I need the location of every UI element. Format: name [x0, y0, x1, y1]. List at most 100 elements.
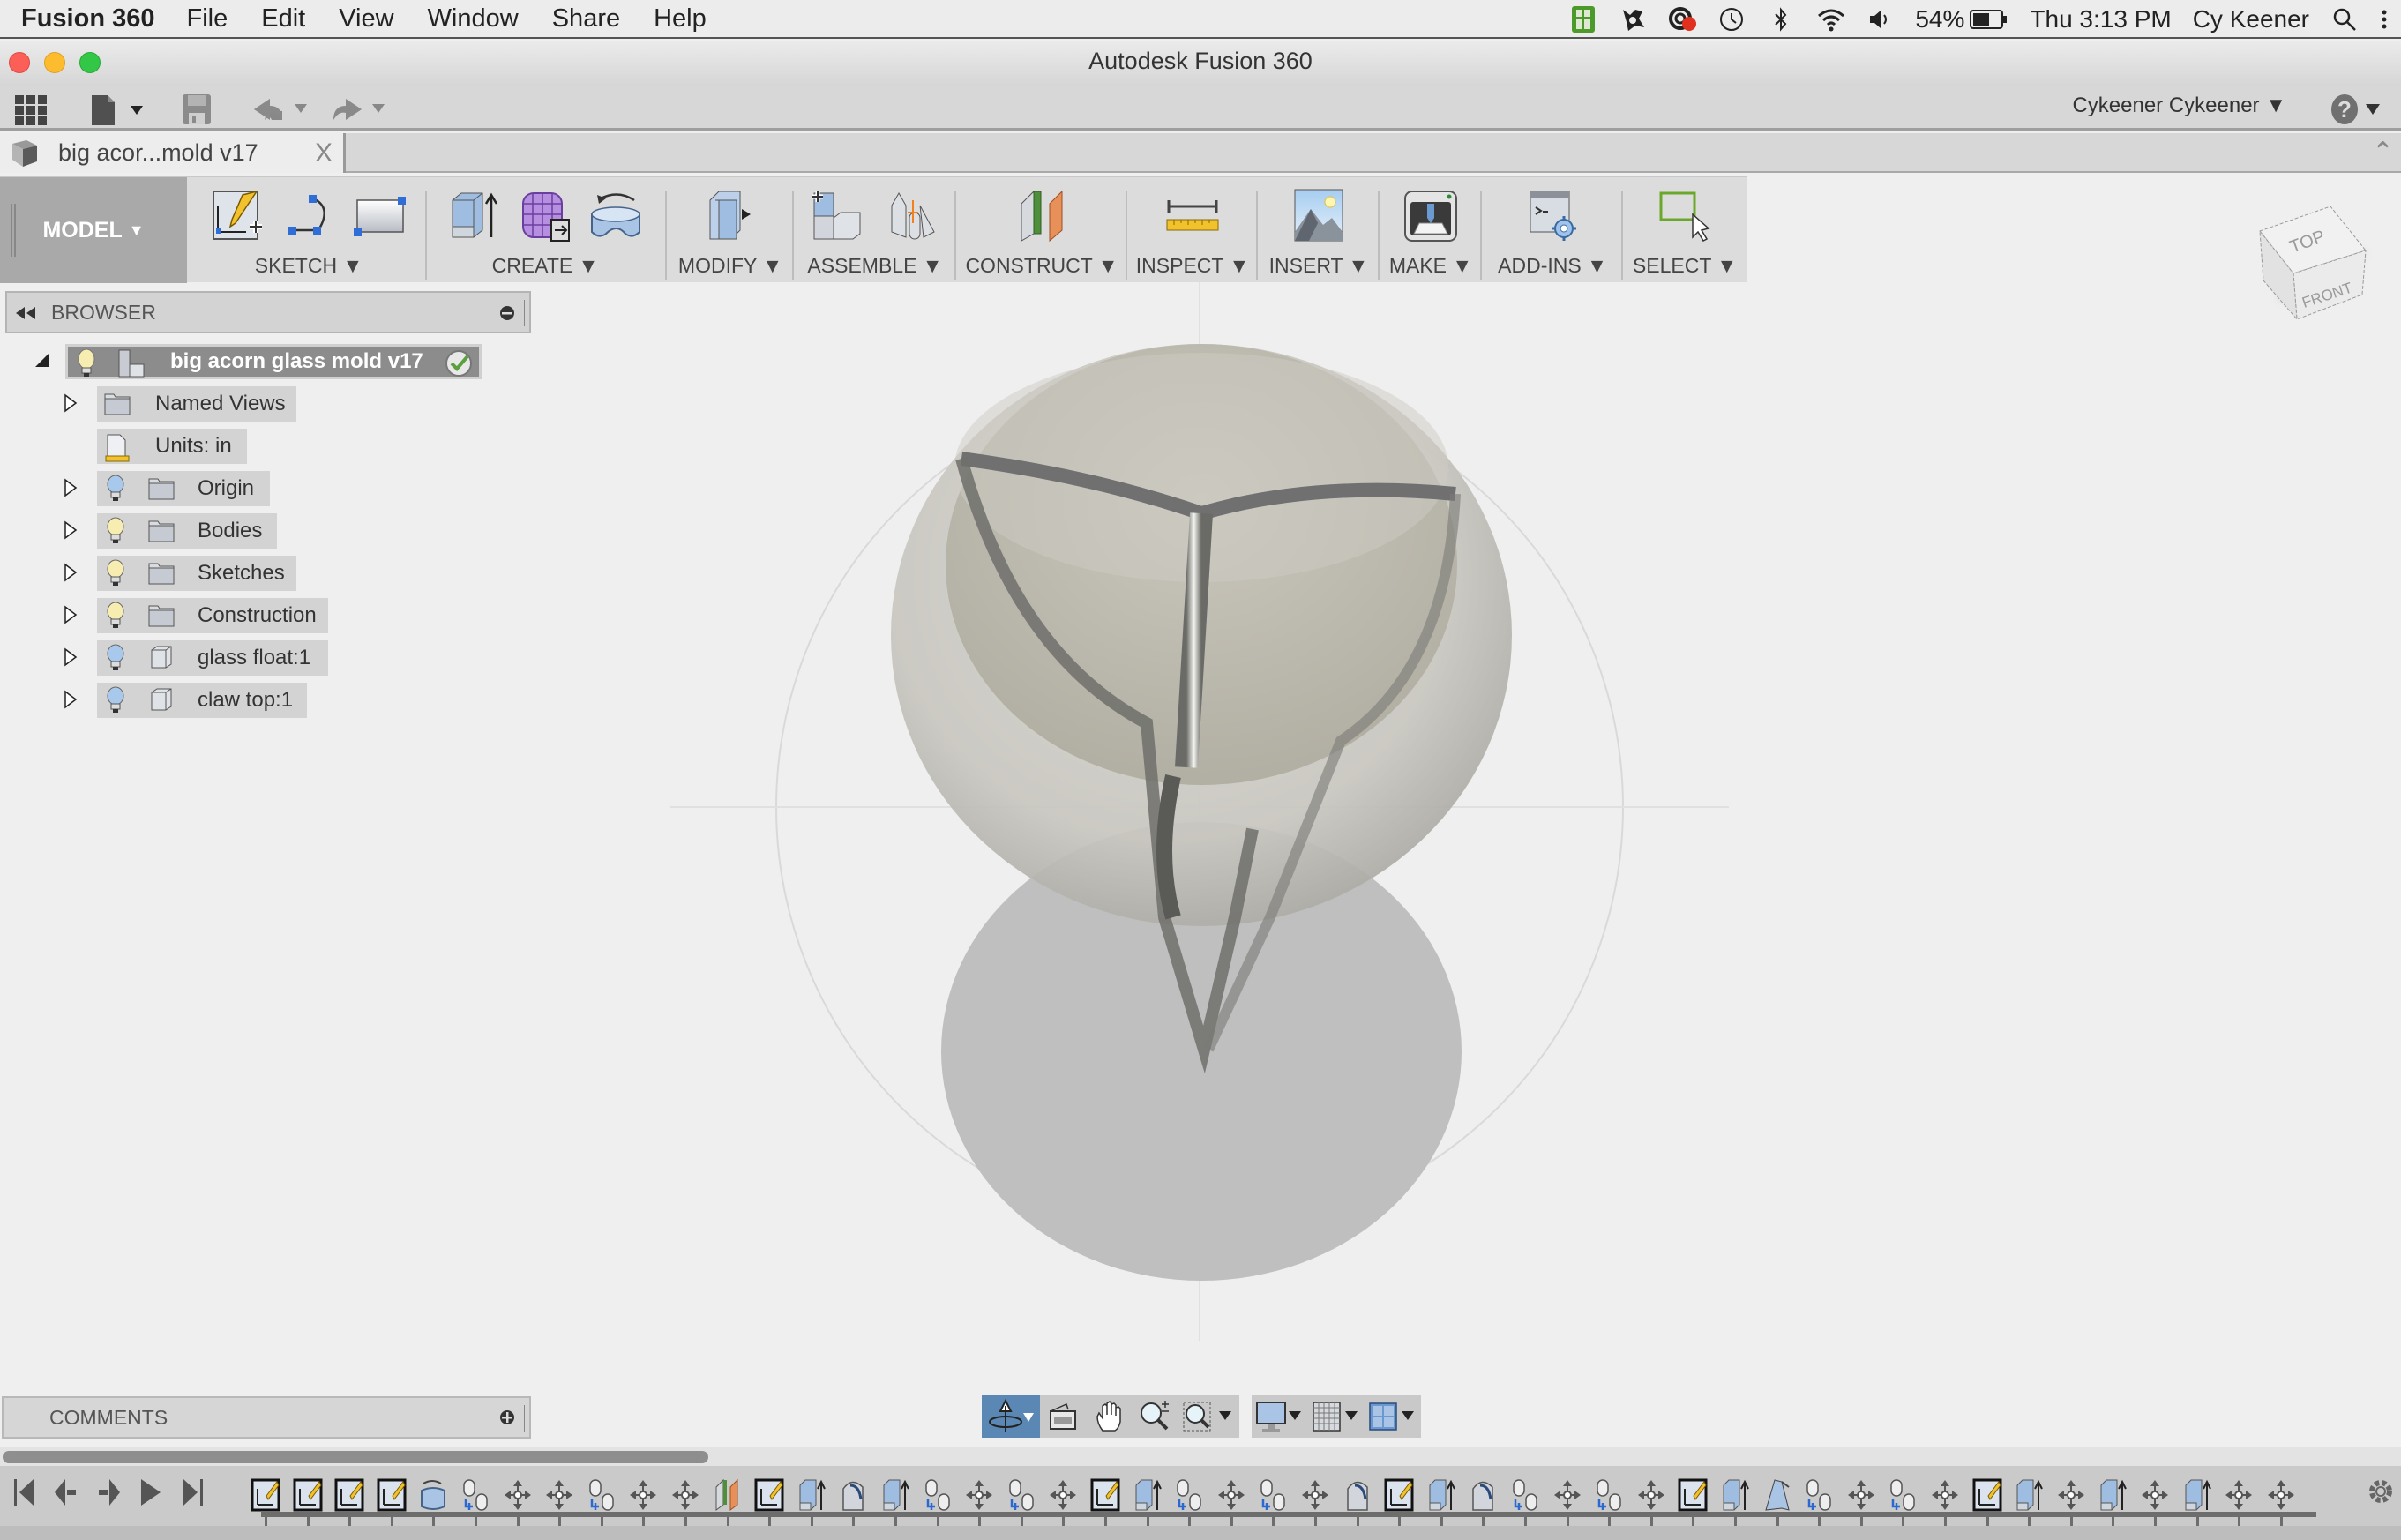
timeline-move-feature-icon[interactable]	[628, 1478, 658, 1512]
grid-icon[interactable]	[1308, 1395, 1365, 1438]
file-menu-icon[interactable]	[92, 93, 145, 130]
timeline-sketch-feature-icon[interactable]	[1384, 1478, 1414, 1512]
press-pull-icon[interactable]	[703, 188, 758, 243]
timeline-extrude-feature-icon[interactable]	[2014, 1478, 2044, 1512]
modify-menu[interactable]: MODIFY ▼	[669, 254, 792, 278]
browser-node-construction[interactable]: Construction	[97, 598, 328, 633]
timeline-plane-feature-icon[interactable]	[713, 1478, 743, 1512]
timeline-joint-feature-icon[interactable]	[587, 1478, 617, 1512]
select-menu[interactable]: SELECT ▼	[1625, 254, 1745, 278]
menu-file[interactable]: File	[187, 4, 228, 34]
fit-icon[interactable]	[1178, 1395, 1239, 1438]
timeline-scrollbar-thumb[interactable]	[3, 1451, 708, 1463]
comments-resize-handle[interactable]	[524, 1405, 527, 1432]
bluetooth-icon[interactable]	[1767, 5, 1795, 34]
timeline-extrude-feature-icon[interactable]	[880, 1478, 910, 1512]
go-to-start-icon[interactable]	[9, 1475, 39, 1510]
timeline-joint-feature-icon[interactable]	[1510, 1478, 1540, 1512]
construct-menu[interactable]: CONSTRUCT ▼	[958, 254, 1126, 278]
active-checkmark-icon[interactable]	[444, 348, 474, 383]
visible-lightbulb-icon[interactable]	[106, 602, 125, 630]
browser-resize-handle[interactable]	[524, 300, 527, 326]
browser-node-bodies[interactable]: Bodies	[97, 513, 277, 549]
timeline-move-feature-icon[interactable]	[2266, 1478, 2296, 1512]
timeline-extrude-feature-icon[interactable]	[797, 1478, 827, 1512]
timeline-joint-feature-icon[interactable]	[1174, 1478, 1204, 1512]
volume-icon[interactable]	[1866, 5, 1894, 34]
menu-window[interactable]: Window	[428, 4, 519, 34]
3d-viewport[interactable]	[0, 282, 2401, 1394]
timeline-loft-feature-icon[interactable]	[1468, 1478, 1498, 1512]
timeline-move-feature-icon[interactable]	[1930, 1478, 1960, 1512]
timeline-extrude-feature-icon[interactable]	[2098, 1478, 2128, 1512]
visible-lightbulb-icon[interactable]	[106, 517, 125, 545]
timeline-move-feature-icon[interactable]	[964, 1478, 994, 1512]
view-cube[interactable]: TOP FRONT	[2251, 196, 2375, 328]
step-forward-icon[interactable]	[93, 1475, 123, 1510]
timeline-loft-feature-icon[interactable]	[838, 1478, 868, 1512]
timeline-joint-feature-icon[interactable]	[1006, 1478, 1036, 1512]
timeline-scrollbar[interactable]	[0, 1447, 2401, 1466]
timeline-joint-feature-icon[interactable]	[1258, 1478, 1288, 1512]
create-sketch-icon[interactable]	[211, 188, 266, 243]
browser-node-origin[interactable]: Origin	[97, 471, 270, 506]
timeline-sketch-feature-icon[interactable]	[1678, 1478, 1708, 1512]
step-back-icon[interactable]	[51, 1475, 81, 1510]
tree-collapse-root[interactable]	[34, 351, 51, 373]
comments-expand-icon[interactable]	[499, 1409, 515, 1430]
help-icon[interactable]: ?	[2330, 93, 2385, 130]
data-panel-grid-icon[interactable]	[15, 95, 49, 130]
close-tab-icon[interactable]: X	[315, 138, 333, 168]
tree-expand-arrow-icon[interactable]	[64, 647, 81, 669]
pan-icon[interactable]	[1086, 1395, 1132, 1438]
timeline-joint-feature-icon[interactable]	[460, 1478, 490, 1512]
document-tab[interactable]: big acor...mold v17 X	[0, 133, 346, 173]
timeline-settings-gear-icon[interactable]	[2366, 1476, 2396, 1511]
tree-expand-arrow-icon[interactable]	[64, 520, 81, 542]
browser-node-glass-float-1[interactable]: glass float:1	[97, 640, 328, 676]
menu-edit[interactable]: Edit	[261, 4, 305, 34]
timeline-joint-feature-icon[interactable]	[1804, 1478, 1834, 1512]
assemble-menu[interactable]: ASSEMBLE ▼	[796, 254, 954, 278]
look-at-icon[interactable]	[1040, 1395, 1086, 1438]
scripts-addins-icon[interactable]	[1525, 188, 1580, 243]
make-menu[interactable]: MAKE ▼	[1381, 254, 1480, 278]
viewports-icon[interactable]	[1365, 1395, 1421, 1438]
undo-icon[interactable]	[252, 97, 314, 128]
timeline-move-feature-icon[interactable]	[1300, 1478, 1330, 1512]
workspace-switcher-button[interactable]: MODEL ▼	[0, 177, 187, 283]
timeline-sweep-feature-icon[interactable]	[1762, 1478, 1792, 1512]
display-settings-icon[interactable]	[1252, 1395, 1308, 1438]
browser-node-named-views[interactable]: Named Views	[97, 386, 296, 422]
inspect-menu[interactable]: INSPECT ▼	[1129, 254, 1256, 278]
collapse-browser-icon[interactable]	[14, 305, 39, 325]
timeline-move-feature-icon[interactable]	[544, 1478, 574, 1512]
tree-expand-arrow-icon[interactable]	[64, 563, 81, 584]
revolve-icon[interactable]	[588, 188, 643, 243]
timeline-joint-feature-icon[interactable]	[1594, 1478, 1624, 1512]
browser-node-units-in[interactable]: Units: in	[97, 429, 247, 464]
timeline-sketch-feature-icon[interactable]	[1090, 1478, 1120, 1512]
timeline-sketch-feature-icon[interactable]	[754, 1478, 784, 1512]
timeline-sketch-feature-icon[interactable]	[334, 1478, 364, 1512]
go-to-end-icon[interactable]	[178, 1475, 208, 1510]
browser-node-sketches[interactable]: Sketches	[97, 556, 296, 591]
browser-root-node[interactable]: big acorn glass mold v17	[65, 344, 482, 379]
new-component-icon[interactable]	[811, 188, 865, 243]
timeline-move-feature-icon[interactable]	[2140, 1478, 2170, 1512]
timeline-move-feature-icon[interactable]	[1216, 1478, 1246, 1512]
select-icon[interactable]	[1657, 188, 1712, 243]
zoom-icon[interactable]	[1132, 1395, 1178, 1438]
hidden-lightbulb-icon[interactable]	[106, 644, 125, 672]
offset-plane-icon[interactable]	[1014, 188, 1069, 243]
visible-lightbulb-icon[interactable]	[77, 348, 96, 383]
user-menu[interactable]: Cy Keener	[2193, 5, 2309, 34]
extrude-icon[interactable]	[447, 188, 502, 243]
timeline-extrude-feature-icon[interactable]	[1720, 1478, 1750, 1512]
create-menu[interactable]: CREATE ▼	[429, 254, 662, 278]
timeline-sketch-feature-icon[interactable]	[251, 1478, 280, 1512]
timeline-loft-feature-icon[interactable]	[1343, 1478, 1373, 1512]
timeline-move-feature-icon[interactable]	[1048, 1478, 1078, 1512]
timeline-move-feature-icon[interactable]	[503, 1478, 533, 1512]
tree-expand-arrow-icon[interactable]	[64, 393, 81, 415]
